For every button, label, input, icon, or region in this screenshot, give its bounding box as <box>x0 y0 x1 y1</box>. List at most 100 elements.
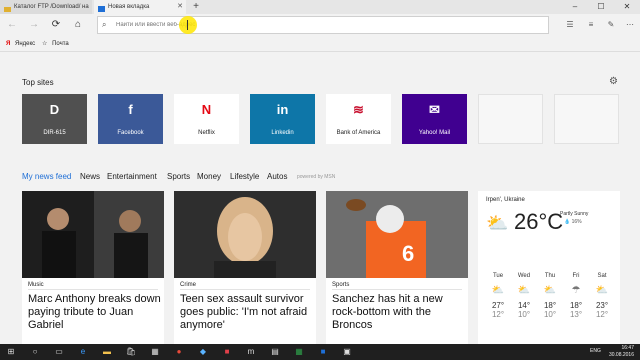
app-icon[interactable]: ▣ <box>340 346 354 358</box>
powered-by-msn: powered by MSN <box>297 174 336 180</box>
back-button[interactable]: ← <box>3 17 21 33</box>
weather-humidity: 💧 16% <box>564 219 582 225</box>
folder-icon <box>4 4 11 12</box>
gear-icon[interactable]: ⚙ <box>609 76 618 87</box>
home-button[interactable]: ⌂ <box>69 17 87 33</box>
empty-tile[interactable] <box>554 94 619 144</box>
rain-icon: ☂ <box>571 285 581 296</box>
news-headline[interactable]: Sanchez has hit a new rock-bottom with t… <box>332 293 466 332</box>
tab-money[interactable]: Money <box>197 172 221 181</box>
forward-button[interactable]: → <box>25 17 43 33</box>
tab-lifestyle[interactable]: Lifestyle <box>230 172 259 181</box>
news-headline[interactable]: Marc Anthony breaks down paying tribute … <box>28 293 162 332</box>
site-label: Facebook <box>117 130 144 136</box>
site-logo-icon: f <box>128 102 133 117</box>
news-category: Sports <box>332 282 350 288</box>
task-view-icon[interactable]: ▭ <box>52 346 66 358</box>
partly-sunny-icon: ⛅ <box>486 213 509 233</box>
clock-date: 30.08.2016 <box>608 352 634 358</box>
edge-app-icon[interactable]: e <box>76 346 90 358</box>
weather-location: Irpen', Ukraine <box>486 197 525 203</box>
close-window-button[interactable]: ✕ <box>614 0 640 14</box>
favorite-yandex[interactable]: Я Яндекс <box>6 36 35 52</box>
divider <box>28 289 158 290</box>
weather-card[interactable]: Irpen', Ukraine ⛅ 26°C Partly Sunny 💧 16… <box>478 191 620 344</box>
top-site-tile[interactable]: D DIR-615 <box>22 94 87 144</box>
cursor-highlight <box>179 16 197 34</box>
tab-entertainment[interactable]: Entertainment <box>107 172 157 181</box>
news-card[interactable]: 6 Sports Sanchez has hit a new rock-bott… <box>326 191 468 344</box>
store-icon[interactable]: 🛍 <box>124 346 138 358</box>
site-logo-icon: ≋ <box>353 102 364 117</box>
tab-my-news-feed[interactable]: My news feed <box>22 172 71 181</box>
yandex-icon: Я <box>6 41 11 47</box>
svg-text:6: 6 <box>402 241 414 266</box>
tab-sports[interactable]: Sports <box>167 172 190 181</box>
news-headline[interactable]: Teen sex assault survivor goes public: '… <box>180 293 314 332</box>
site-logo-icon: in <box>276 102 289 117</box>
file-explorer-icon[interactable]: ▬ <box>100 346 114 358</box>
forecast-day: Fri ☂ 18° 13° <box>564 273 588 319</box>
top-site-tile[interactable]: in Linkedin <box>250 94 315 144</box>
site-label: Yahoo! Mail <box>418 130 451 136</box>
app-icon[interactable]: ▤ <box>268 346 282 358</box>
cloud-sun-icon: ⛅ <box>517 285 531 296</box>
site-label: Netflix <box>198 130 215 136</box>
new-tab-button[interactable]: + <box>190 0 202 14</box>
refresh-button[interactable]: ⟳ <box>47 17 65 33</box>
web-note-icon[interactable]: ✎ <box>604 18 618 32</box>
forecast-day: Tue ⛅ 27° 12° <box>486 273 510 319</box>
news-card[interactable]: Crime Teen sex assault survivor goes pub… <box>174 191 316 344</box>
divider <box>180 289 310 290</box>
tab-label: Каталог FTP /Download/ на <box>14 4 89 10</box>
reading-view-icon[interactable]: ☰ <box>563 18 577 32</box>
tab-label: Новая вкладка <box>108 4 150 10</box>
tab-bar: Каталог FTP /Download/ на Новая вкладка … <box>0 0 640 14</box>
top-site-tile[interactable]: ✉ Yahoo! Mail <box>402 94 467 144</box>
site-logo-icon: D <box>49 102 60 117</box>
app-icon[interactable]: ■ <box>220 346 234 358</box>
app-icon[interactable]: m <box>244 346 258 358</box>
site-label: Bank of America <box>336 130 381 136</box>
windows-start-icon[interactable]: ⊞ <box>4 346 18 358</box>
site-label: DIR-615 <box>43 130 66 136</box>
new-tab-page: Top sites ⚙ D DIR-615 f Facebook N Netflix in L… <box>0 52 640 344</box>
minimize-button[interactable]: – <box>562 0 588 14</box>
news-image: 6 <box>326 191 468 278</box>
weather-condition: Partly Sunny <box>560 211 589 217</box>
site-logo-icon: N <box>201 102 212 117</box>
tab-autos[interactable]: Autos <box>267 172 287 181</box>
weather-temperature: 26°C <box>514 209 564 234</box>
more-icon[interactable]: ⋯ <box>623 18 637 32</box>
app-icon[interactable]: ▦ <box>148 346 162 358</box>
cloud-sun-icon: ⛅ <box>595 285 609 296</box>
search-icon: ⌕ <box>102 20 107 29</box>
empty-tile[interactable] <box>478 94 543 144</box>
maximize-button[interactable]: ☐ <box>588 0 614 14</box>
taskbar: ⊞ ○ ▭ e ▬ 🛍 ▦ ● ◆ ■ m ▤ ▦ ■ ▣ ENG 16:47 … <box>0 344 640 360</box>
favorite-mail[interactable]: ☆ Почта <box>42 36 69 52</box>
top-site-tile[interactable]: ≋ Bank of America <box>326 94 391 144</box>
close-tab-icon[interactable]: ✕ <box>177 0 183 14</box>
search-icon[interactable]: ○ <box>28 346 42 358</box>
cloud-sun-icon: ⛅ <box>491 285 505 296</box>
clock-time: 16:47 <box>621 345 634 351</box>
address-bar[interactable]: ⌕ <box>97 16 549 34</box>
news-image <box>22 191 164 278</box>
app-icon[interactable]: ■ <box>316 346 330 358</box>
tab-new-tab[interactable]: Новая вкладка ✕ <box>94 0 186 14</box>
language-indicator[interactable]: ENG <box>590 348 601 354</box>
hub-icon[interactable]: ≡ <box>584 18 598 32</box>
clock[interactable]: 16:47 30.08.2016 <box>609 345 634 359</box>
forecast-day: Thu ⛅ 18° 10° <box>538 273 562 319</box>
news-category: Crime <box>180 282 196 288</box>
app-icon[interactable]: ▦ <box>292 346 306 358</box>
news-card[interactable]: Music Marc Anthony breaks down paying tr… <box>22 191 164 344</box>
tab-news[interactable]: News <box>80 172 100 181</box>
app-icon[interactable]: ● <box>172 346 186 358</box>
tab-ftp-catalog[interactable]: Каталог FTP /Download/ на <box>0 0 92 14</box>
top-site-tile[interactable]: f Facebook <box>98 94 163 144</box>
top-site-tile[interactable]: N Netflix <box>174 94 239 144</box>
divider <box>332 289 462 290</box>
app-icon[interactable]: ◆ <box>196 346 210 358</box>
